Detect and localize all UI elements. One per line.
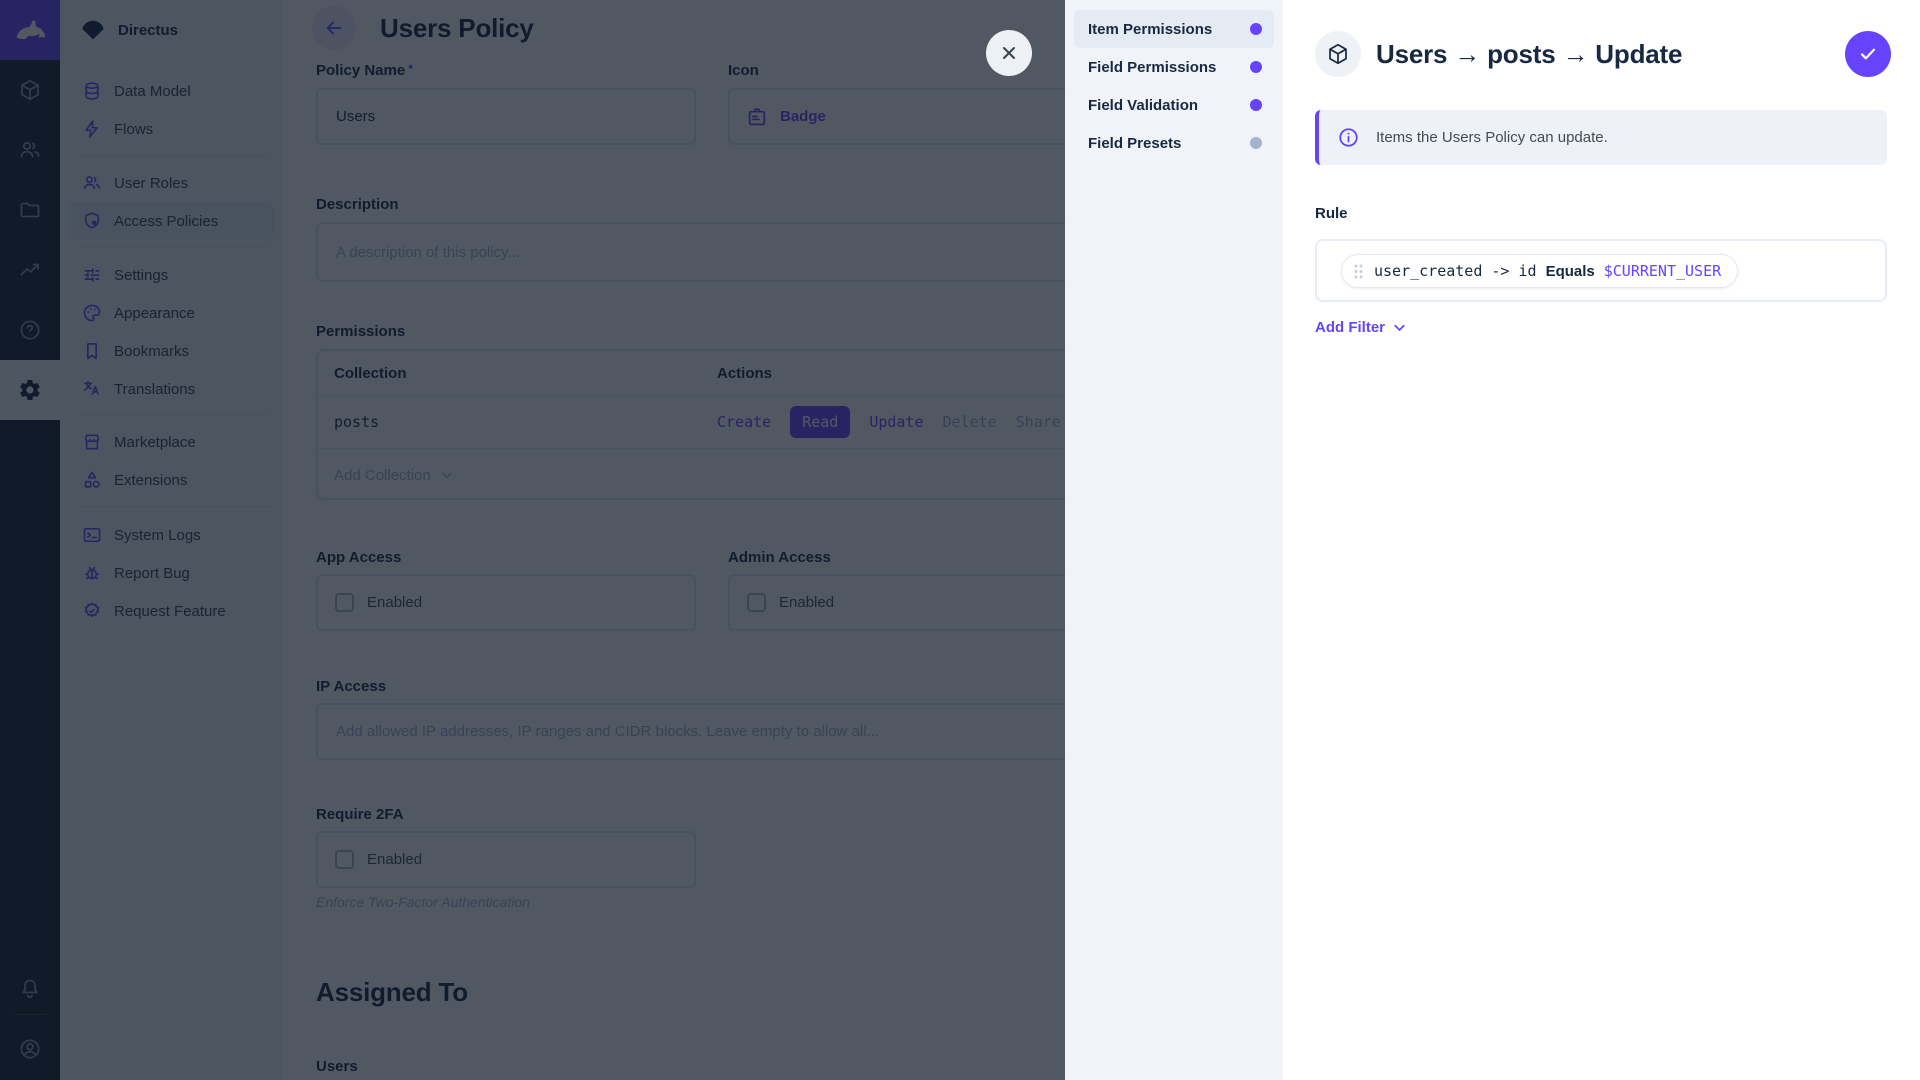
directus-app: Directus Data Model Flows User Roles Acc… xyxy=(0,0,1920,1080)
drawer-tab-field-presets[interactable]: Field Presets xyxy=(1074,124,1274,162)
info-icon xyxy=(1337,126,1360,149)
cube-icon xyxy=(1326,42,1350,66)
drawer-tab-field-permissions[interactable]: Field Permissions xyxy=(1074,48,1274,86)
drawer-tab-item-permissions[interactable]: Item Permissions xyxy=(1074,10,1274,48)
drawer-header-icon-circle xyxy=(1315,31,1361,77)
chevron-down-icon xyxy=(1391,319,1408,336)
filter-field[interactable]: user_created -> id xyxy=(1374,262,1537,280)
drawer-overlay[interactable] xyxy=(0,0,1065,1080)
drawer-tab-field-validation[interactable]: Field Validation xyxy=(1074,86,1274,124)
rule-editor: user_created -> id Equals $CURRENT_USER xyxy=(1315,239,1887,302)
status-dot-configured xyxy=(1250,99,1262,111)
drawer-title: Users → posts → Update xyxy=(1376,39,1682,70)
notice-text: Items the Users Policy can update. xyxy=(1376,129,1608,146)
info-notice: Items the Users Policy can update. xyxy=(1315,110,1887,165)
drawer-sidebar: Item Permissions Field Permissions Field… xyxy=(1065,0,1283,1080)
status-dot-configured xyxy=(1250,61,1262,73)
filter-operator[interactable]: Equals xyxy=(1546,263,1595,280)
drawer-close-button[interactable] xyxy=(986,30,1032,76)
filter-value[interactable]: $CURRENT_USER xyxy=(1604,262,1721,280)
status-dot-empty xyxy=(1250,137,1262,149)
permission-detail-drawer: Users → posts → Update Items the Users P… xyxy=(1283,0,1920,1080)
drag-handle-icon[interactable] xyxy=(1352,262,1365,281)
close-icon xyxy=(999,43,1019,63)
status-dot-configured xyxy=(1250,23,1262,35)
save-button[interactable] xyxy=(1845,31,1891,77)
add-filter-button[interactable]: Add Filter xyxy=(1315,319,1408,336)
rule-label: Rule xyxy=(1315,205,1348,222)
filter-rule-pill[interactable]: user_created -> id Equals $CURRENT_USER xyxy=(1341,254,1738,288)
check-icon xyxy=(1857,43,1879,65)
